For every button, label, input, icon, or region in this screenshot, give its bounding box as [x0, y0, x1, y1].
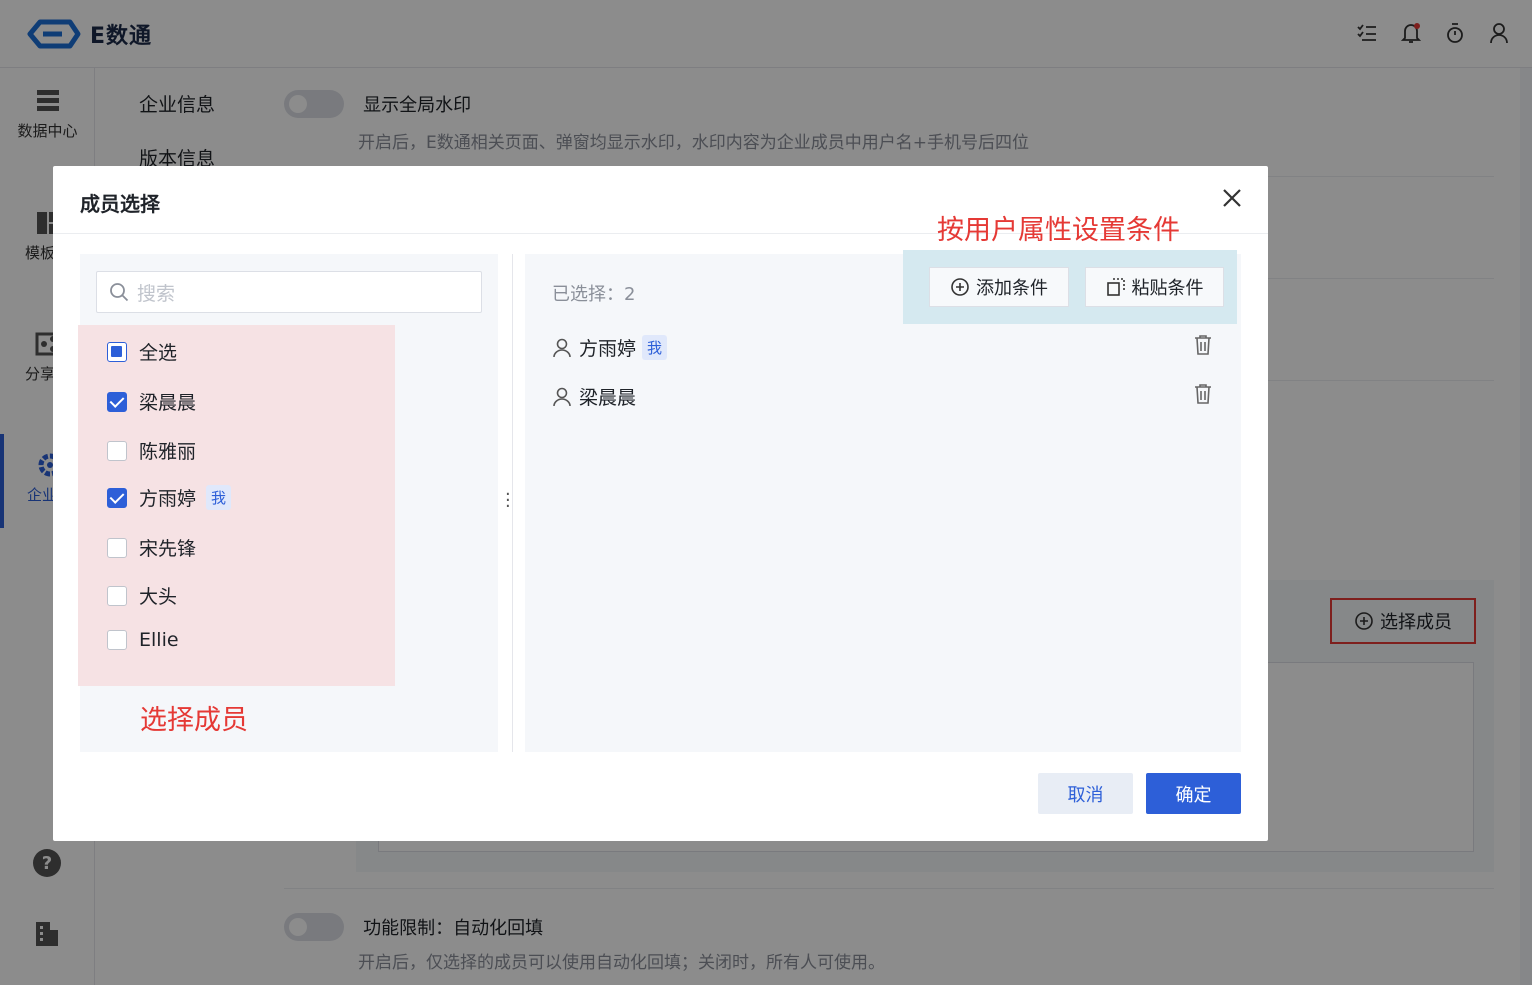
member-row[interactable]: 大头: [107, 582, 177, 609]
dialog-title: 成员选择: [80, 192, 160, 216]
member-row[interactable]: 梁晨晨: [107, 388, 196, 415]
condition-highlight: 添加条件 粘贴条件: [903, 250, 1237, 324]
select-all-label: 全选: [139, 342, 178, 364]
trash-icon[interactable]: [1193, 334, 1213, 356]
confirm-button[interactable]: 确定: [1146, 773, 1241, 814]
member-name: 宋先锋: [139, 538, 197, 560]
cancel-button[interactable]: 取消: [1038, 773, 1133, 814]
selected-member-name: 梁晨晨: [579, 387, 637, 409]
member-checkbox[interactable]: [107, 585, 127, 606]
paste-condition-button[interactable]: 粘贴条件: [1085, 267, 1224, 307]
pane-splitter[interactable]: [512, 254, 513, 752]
user-icon: [553, 338, 571, 357]
member-name: 陈雅丽: [139, 441, 197, 463]
trash-icon[interactable]: [1193, 383, 1213, 405]
add-condition-label: 添加条件: [976, 278, 1048, 299]
me-badge: 我: [642, 335, 668, 360]
drag-handle-icon[interactable]: · · ·: [505, 486, 511, 516]
plus-circle-icon: [951, 278, 969, 296]
selected-pane: 已选择：2 添加条件 粘贴条件 方雨婷 我 梁晨晨: [525, 250, 1241, 752]
member-row[interactable]: Ellie: [107, 629, 179, 651]
member-checkbox[interactable]: [107, 440, 127, 461]
member-list-pane: 搜索 全选 梁晨晨 陈雅丽 方雨婷 我 宋先锋 大头 Ellie 选择成员: [78, 254, 498, 752]
member-name: Ellie: [139, 629, 179, 651]
select-all-checkbox[interactable]: [107, 341, 127, 362]
search-icon: [110, 283, 129, 302]
member-checkbox[interactable]: [107, 487, 127, 508]
member-name: 大头: [139, 586, 178, 608]
selected-member-name: 方雨婷: [579, 338, 637, 360]
member-name: 方雨婷: [139, 488, 197, 510]
member-checkbox[interactable]: [107, 537, 127, 558]
member-select-dialog: 成员选择 按用户属性设置条件 搜索 全选 梁晨晨 陈雅丽 方雨婷 我 宋先锋 大…: [53, 166, 1268, 841]
me-badge: 我: [206, 485, 232, 510]
selected-member-row: 方雨婷 我: [553, 334, 668, 361]
annotation-select-member: 选择成员: [140, 705, 248, 736]
selected-member-row: 梁晨晨: [553, 383, 636, 410]
close-icon[interactable]: [1220, 186, 1244, 210]
add-condition-button[interactable]: 添加条件: [929, 267, 1069, 307]
member-row[interactable]: 陈雅丽: [107, 437, 196, 464]
paste-icon: [1106, 278, 1125, 296]
selected-count: 已选择：2: [552, 284, 636, 305]
member-checkbox[interactable]: [107, 391, 127, 412]
user-icon: [553, 387, 571, 406]
select-all-row[interactable]: 全选: [107, 338, 177, 365]
search-placeholder: 搜索: [137, 282, 176, 305]
paste-condition-label: 粘贴条件: [1131, 278, 1204, 299]
member-row[interactable]: 方雨婷 我: [107, 484, 232, 511]
search-input[interactable]: 搜索: [96, 271, 482, 313]
member-checkbox[interactable]: [107, 630, 127, 650]
annotation-condition: 按用户属性设置条件: [937, 215, 1180, 246]
member-name: 梁晨晨: [139, 392, 197, 414]
member-row[interactable]: 宋先锋: [107, 534, 196, 561]
